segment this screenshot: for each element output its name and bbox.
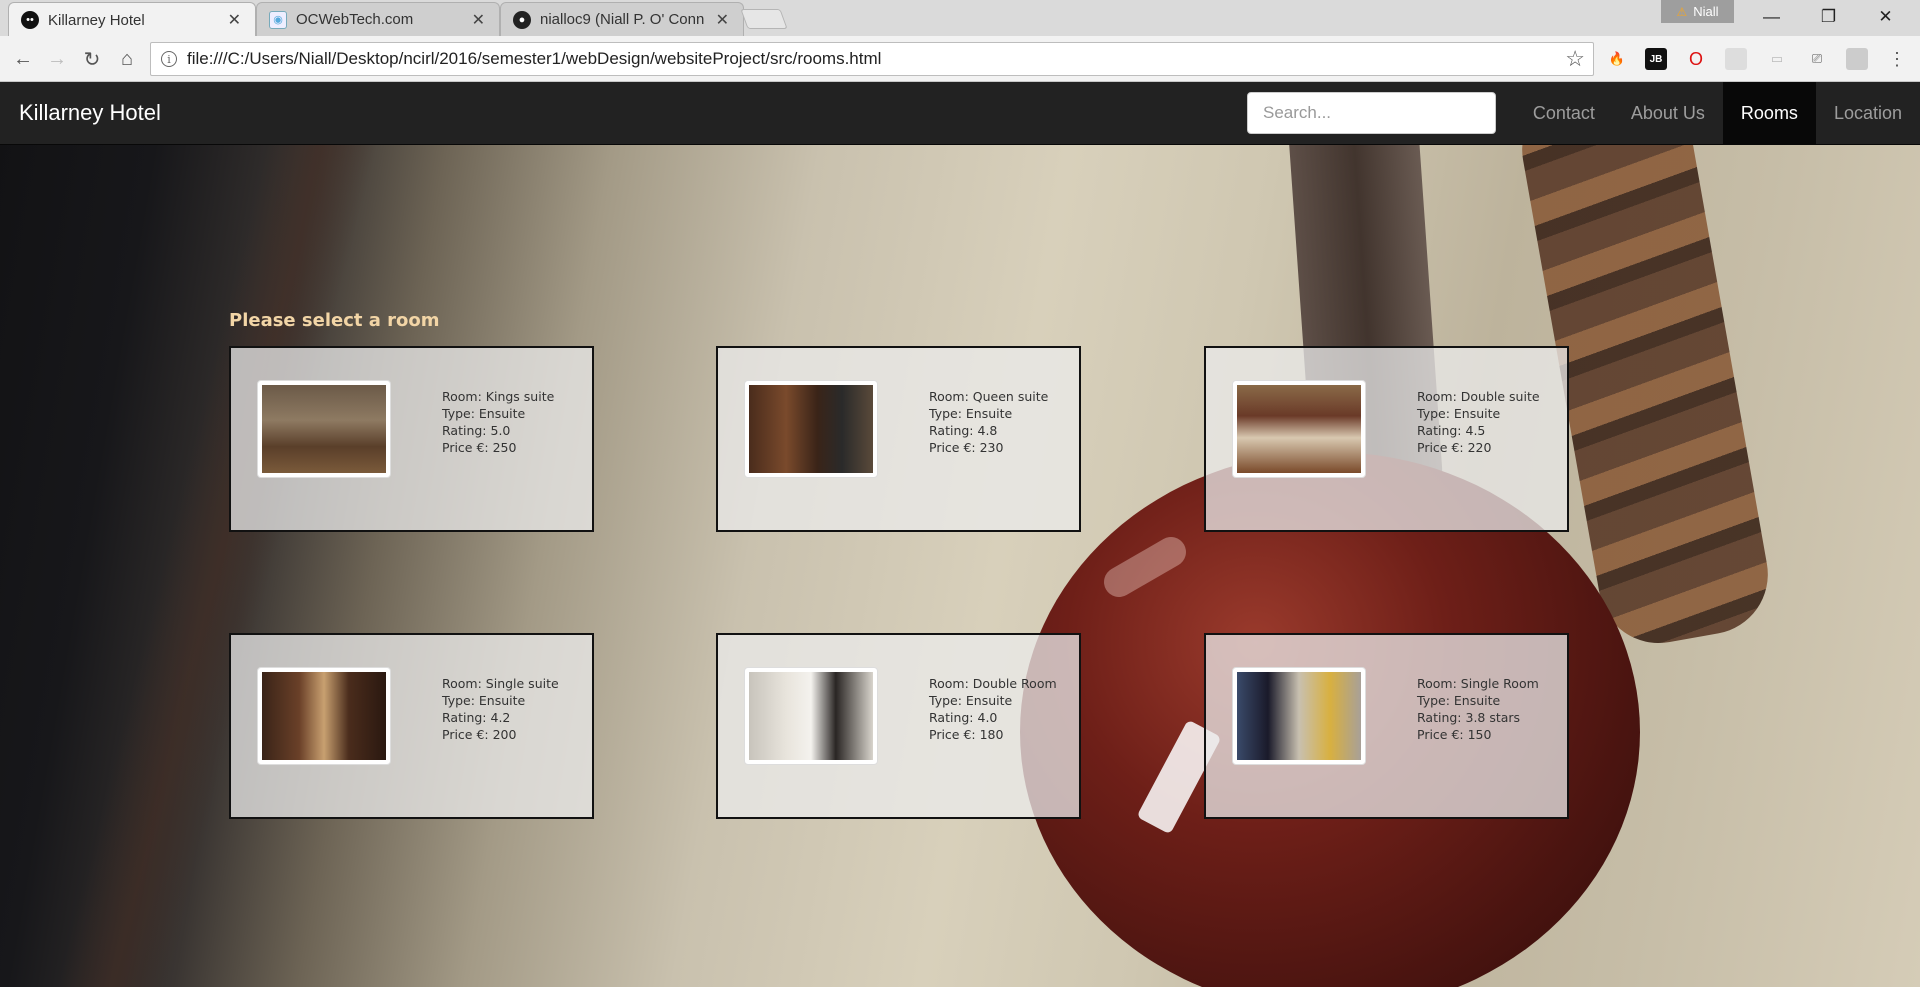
tab-ocwebtech[interactable]: ◉ OCWebTech.com ✕ <box>256 2 500 36</box>
profile-name: Niall <box>1693 4 1719 19</box>
room-thumbnail[interactable] <box>744 380 878 478</box>
room-thumbnail[interactable] <box>257 667 391 765</box>
room-type: Type: Ensuite <box>442 693 526 708</box>
room-type: Type: Ensuite <box>929 693 1013 708</box>
background-shadow <box>57 82 393 987</box>
room-info: Room: Single Room Type: Ensuite Rating: … <box>1417 675 1539 743</box>
menu-dots-icon[interactable]: ⋮ <box>1886 48 1908 70</box>
room-rating: Rating: 5.0 <box>442 423 511 438</box>
room-card-double-suite[interactable]: Room: Double suite Type: Ensuite Rating:… <box>1204 346 1569 532</box>
ocwebtech-favicon: ◉ <box>269 10 287 29</box>
room-type: Type: Ensuite <box>1417 693 1501 708</box>
room-price: Price €: 220 <box>1417 440 1492 455</box>
room-card-kings-suite[interactable]: Room: Kings suite Type: Ensuite Rating: … <box>229 346 594 532</box>
github-icon: ● <box>513 10 531 29</box>
nav-contact[interactable]: Contact <box>1515 82 1613 145</box>
url-text: file:///C:/Users/Niall/Desktop/ncirl/201… <box>187 49 882 68</box>
tab-title: nialloc9 (Niall P. O' Conn <box>540 11 705 28</box>
room-price: Price €: 180 <box>929 727 1004 742</box>
forward-arrow-icon[interactable]: → <box>42 44 72 74</box>
site-brand[interactable]: Killarney Hotel <box>19 100 161 126</box>
tab-title: OCWebTech.com <box>296 11 414 28</box>
nav-links: Contact About Us Rooms Location <box>1515 82 1920 145</box>
address-bar[interactable]: i file:///C:/Users/Niall/Desktop/ncirl/2… <box>150 42 1594 76</box>
site-navbar: Killarney Hotel Contact About Us Rooms L… <box>0 82 1920 145</box>
room-card-single-suite[interactable]: Room: Single suite Type: Ensuite Rating:… <box>229 633 594 819</box>
room-rating: Rating: 4.8 <box>929 423 998 438</box>
room-thumbnail[interactable] <box>744 667 878 765</box>
room-card-single-room[interactable]: Room: Single Room Type: Ensuite Rating: … <box>1204 633 1569 819</box>
warning-icon: ⚠ <box>1676 4 1688 19</box>
back-arrow-icon[interactable]: ← <box>8 44 38 74</box>
new-tab-button[interactable] <box>740 9 788 29</box>
room-photo <box>749 385 873 473</box>
close-window-icon[interactable]: ✕ <box>1857 0 1914 34</box>
background-photo <box>0 82 1920 987</box>
close-tab-icon[interactable]: ✕ <box>228 10 241 30</box>
browser-tabstrip: •• Killarney Hotel ✕ ◉ OCWebTech.com ✕ ●… <box>0 0 1920 37</box>
page-heading: Please select a room <box>229 310 440 331</box>
browser-toolbar: ← → ↻ ⌂ i file:///C:/Users/Niall/Desktop… <box>0 36 1920 82</box>
extension-icon[interactable]: ▭ <box>1766 48 1788 70</box>
opera-extension-icon[interactable]: O <box>1685 48 1707 70</box>
room-photo <box>749 672 873 760</box>
room-photo <box>1237 672 1361 760</box>
room-type: Type: Ensuite <box>1417 406 1501 421</box>
cast-icon[interactable]: ⎚ <box>1806 48 1828 70</box>
room-photo <box>262 672 386 760</box>
extension-icon[interactable] <box>1725 48 1747 70</box>
close-tab-icon[interactable]: ✕ <box>472 10 485 30</box>
room-name: Room: Kings suite <box>442 389 555 404</box>
room-type: Type: Ensuite <box>929 406 1013 421</box>
reload-icon[interactable]: ↻ <box>77 44 107 74</box>
room-card-double-room[interactable]: Room: Double Room Type: Ensuite Rating: … <box>716 633 1081 819</box>
killarney-favicon: •• <box>21 11 39 29</box>
room-card-queen-suite[interactable]: Room: Queen suite Type: Ensuite Rating: … <box>716 346 1081 532</box>
room-thumbnail[interactable] <box>257 380 391 478</box>
room-name: Room: Single Room <box>1417 676 1539 691</box>
nav-rooms[interactable]: Rooms <box>1722 82 1816 145</box>
nav-location[interactable]: Location <box>1816 82 1920 145</box>
room-price: Price €: 230 <box>929 440 1004 455</box>
jetbrains-extension-icon[interactable]: JB <box>1645 48 1667 70</box>
room-name: Room: Queen suite <box>929 389 1049 404</box>
room-price: Price €: 250 <box>442 440 517 455</box>
room-rating: Rating: 4.5 <box>1417 423 1486 438</box>
close-tab-icon[interactable]: ✕ <box>716 10 729 30</box>
tab-killarney-hotel[interactable]: •• Killarney Hotel ✕ <box>8 2 256 37</box>
room-price: Price €: 150 <box>1417 727 1492 742</box>
room-price: Price €: 200 <box>442 727 517 742</box>
room-photo <box>262 385 386 473</box>
room-photo <box>1237 385 1361 473</box>
room-type: Type: Ensuite <box>442 406 526 421</box>
nav-about-us[interactable]: About Us <box>1613 82 1723 145</box>
room-rating: Rating: 4.2 <box>442 710 511 725</box>
page-viewport: Killarney Hotel Contact About Us Rooms L… <box>0 82 1920 987</box>
room-info: Room: Double suite Type: Ensuite Rating:… <box>1417 388 1540 456</box>
minimize-icon[interactable]: — <box>1743 0 1800 34</box>
room-thumbnail[interactable] <box>1232 380 1366 478</box>
room-info: Room: Double Room Type: Ensuite Rating: … <box>929 675 1057 743</box>
restore-icon[interactable]: ❐ <box>1800 0 1857 34</box>
room-info: Room: Kings suite Type: Ensuite Rating: … <box>442 388 554 456</box>
search-input[interactable] <box>1247 92 1496 134</box>
profile-button[interactable]: ⚠ Niall <box>1661 0 1734 23</box>
room-info: Room: Queen suite Type: Ensuite Rating: … <box>929 388 1048 456</box>
room-name: Room: Double Room <box>929 676 1057 691</box>
room-thumbnail[interactable] <box>1232 667 1366 765</box>
bookmark-star-icon[interactable]: ☆ <box>1565 46 1585 72</box>
home-icon[interactable]: ⌂ <box>112 44 142 74</box>
room-rating: Rating: 4.0 <box>929 710 998 725</box>
room-info: Room: Single suite Type: Ensuite Rating:… <box>442 675 559 743</box>
tab-title: Killarney Hotel <box>48 11 145 29</box>
fire-extension-icon[interactable]: 🔥 <box>1606 48 1628 70</box>
room-name: Room: Single suite <box>442 676 559 691</box>
extension-icon[interactable] <box>1846 48 1868 70</box>
info-icon[interactable]: i <box>161 51 177 67</box>
tab-github[interactable]: ● nialloc9 (Niall P. O' Conn ✕ <box>500 2 744 36</box>
room-rating: Rating: 3.8 stars <box>1417 710 1521 725</box>
room-name: Room: Double suite <box>1417 389 1540 404</box>
